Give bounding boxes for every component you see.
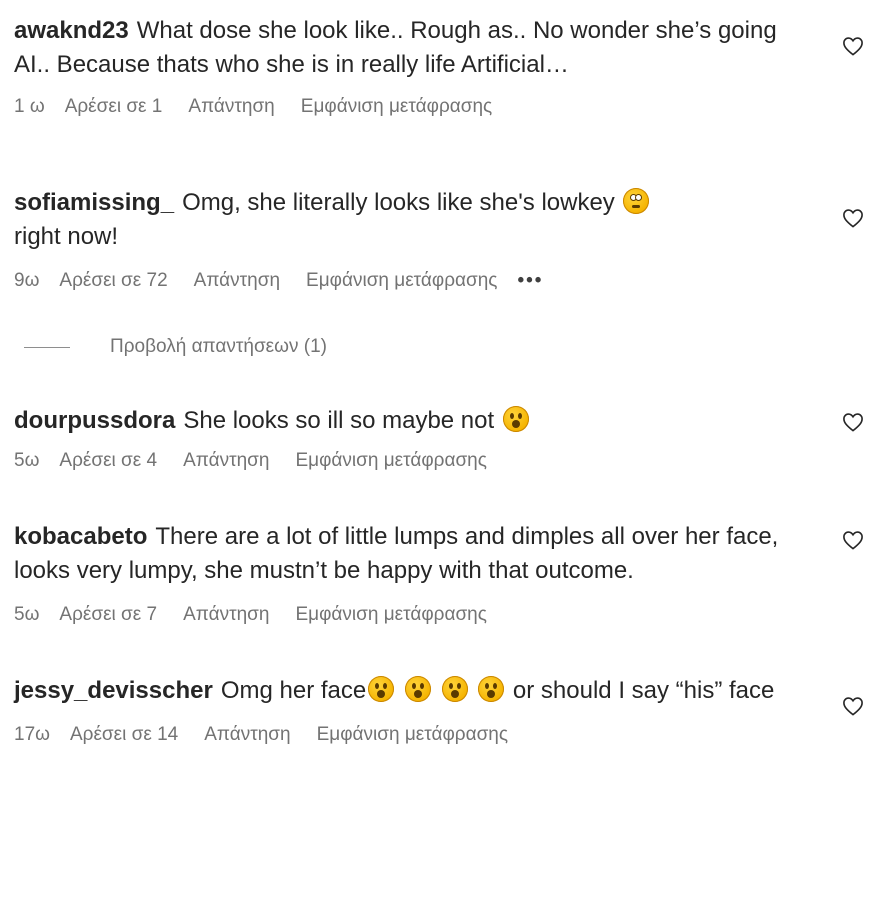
comment-content: Omg her face [220,677,367,704]
likes-count[interactable]: Αρέσει σε 14 [70,724,178,746]
comment-text: jessy_devisscher Omg her face or should I… [14,674,804,708]
view-replies-label: Προβολή απαντήσεων (1) [110,336,327,357]
heart-icon[interactable] [842,696,864,716]
likes-count[interactable]: Αρέσει σε 4 [59,450,157,472]
comment-item: dourpussdora She looks so ill so maybe no… [14,404,864,472]
comment-text: sofiamissing_ Omg, she literally looks li… [14,186,804,254]
hushed-face-emoji [368,676,395,702]
comment-item: kobacabeto There are a lot of little lump… [14,520,864,626]
likes-count[interactable]: Αρέσει σε 7 [59,604,157,626]
comment-username[interactable]: jessy_devisscher [14,677,213,704]
comment-meta: 9ω Αρέσει σε 72 Απάντηση Εμφάνιση μετάφρ… [14,270,864,292]
comment-meta: 1 ω Αρέσει σε 1 Απάντηση Εμφάνιση μετάφρ… [14,96,864,118]
comment-item: jessy_devisscher Omg her face or should I… [14,674,864,746]
comment-content: She looks so ill so maybe not [183,407,495,434]
comment-text: awaknd23 What dose she look like.. Rough … [14,14,804,82]
comment-username[interactable]: dourpussdora [14,407,175,434]
show-translation-button[interactable]: Εμφάνιση μετάφρασης [301,96,492,118]
comment-item: sofiamissing_ Omg, she literally looks li… [14,186,864,358]
reply-button[interactable]: Απάντηση [188,96,274,118]
show-translation-button[interactable]: Εμφάνιση μετάφρασης [295,450,486,472]
comment-username[interactable]: awaknd23 [14,17,129,44]
comment-meta: 5ω Αρέσει σε 4 Απάντηση Εμφάνιση μετάφρα… [14,450,864,472]
comment-username[interactable]: kobacabeto [14,523,147,550]
show-translation-button[interactable]: Εμφάνιση μετάφρασης [295,604,486,626]
comment-meta: 17ω Αρέσει σε 14 Απάντηση Εμφάνιση μετάφ… [14,724,864,746]
reply-button[interactable]: Απάντηση [183,450,269,472]
comment-time[interactable]: 9ω [14,270,39,292]
comment-meta: 5ω Αρέσει σε 7 Απάντηση Εμφάνιση μετάφρα… [14,604,864,626]
hushed-face-emoji [404,676,431,702]
heart-icon[interactable] [842,36,864,56]
likes-count[interactable]: Αρέσει σε 72 [59,270,167,292]
comment-item: awaknd23 What dose she look like.. Rough … [14,14,864,136]
comment-text: kobacabeto There are a lot of little lump… [14,520,804,588]
show-translation-button[interactable]: Εμφάνιση μετάφρασης [317,724,508,746]
likes-count[interactable]: Αρέσει σε 1 [65,96,163,118]
hushed-face-emoji [441,676,468,702]
comment-content-continued: right now! [14,223,119,250]
comment-time[interactable]: 1 ω [14,96,45,118]
heart-icon[interactable] [842,208,864,228]
replies-divider [24,346,70,348]
reply-button[interactable]: Απάντηση [204,724,290,746]
reply-button[interactable]: Απάντηση [183,604,269,626]
comments-list: awaknd23 What dose she look like.. Rough … [14,14,864,746]
comment-content-continued: or should I say “his” face [512,677,775,704]
flushed-face-emoji [623,188,650,214]
reply-button[interactable]: Απάντηση [194,270,280,292]
hushed-face-emoji [502,406,529,432]
heart-icon[interactable] [842,530,864,550]
hushed-face-emoji [478,676,505,702]
comment-time[interactable]: 17ω [14,724,50,746]
comment-time[interactable]: 5ω [14,450,39,472]
comment-content: Omg, she literally looks like she's lowk… [182,189,615,216]
comment-username[interactable]: sofiamissing_ [14,189,174,216]
heart-icon[interactable] [842,412,864,432]
comment-time[interactable]: 5ω [14,604,39,626]
comment-text: dourpussdora She looks so ill so maybe no… [14,404,804,438]
show-translation-button[interactable]: Εμφάνιση μετάφρασης [306,270,497,292]
view-replies-button[interactable]: Προβολή απαντήσεων (1) [24,336,864,358]
more-options-button[interactable]: ••• [517,270,543,292]
